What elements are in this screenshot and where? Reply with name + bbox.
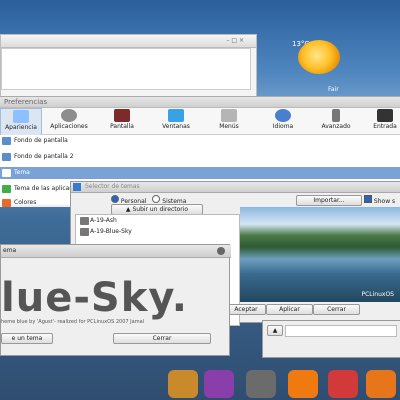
list-item-label: Tema <box>14 169 30 176</box>
tab-label: Apariencia <box>5 124 37 131</box>
preview-logo: PCLinuxOS <box>361 291 394 298</box>
window-content <box>1 48 251 90</box>
importar-button[interactable]: Importar... <box>296 195 362 206</box>
tab-label: Entrada <box>373 123 397 130</box>
tab-label: Aplicaciones <box>50 123 88 130</box>
wallpaper-icon <box>2 153 11 161</box>
monitor-icon <box>114 109 130 122</box>
tema-button[interactable]: e un tema <box>1 333 53 344</box>
radio-personal[interactable] <box>111 195 119 203</box>
up-arrow-icon: ▲ <box>272 327 278 334</box>
show-checkbox[interactable] <box>364 195 372 203</box>
settings-icon[interactable] <box>246 370 276 398</box>
radio-sistema[interactable] <box>152 195 161 203</box>
theme-item[interactable]: A-19-Blue-Sky <box>78 226 240 238</box>
menu-icon <box>221 109 237 122</box>
theme-description: heme blue by 'Agust'- realized for PCLin… <box>1 319 145 325</box>
tab-aplicaciones[interactable]: Aplicaciones <box>46 108 92 134</box>
tab-label: Ventanas <box>162 123 190 130</box>
vlc-icon[interactable] <box>288 370 318 398</box>
up-arrow-icon: ▲ <box>125 206 131 213</box>
weather-condition: Fair <box>328 86 339 93</box>
tab-apariencia[interactable]: Apariencia <box>0 108 42 136</box>
show-label: Show s <box>373 198 396 205</box>
list-item-selected[interactable]: Tema <box>0 167 400 179</box>
mail-icon[interactable] <box>328 370 358 398</box>
folder-icon[interactable] <box>168 370 198 398</box>
path-field[interactable] <box>285 325 397 337</box>
show-option: Show s <box>364 195 395 205</box>
keyboard-icon <box>377 109 393 122</box>
list-item-label: Fondo de pantalla <box>14 137 68 144</box>
tab-menus[interactable]: Menús <box>214 108 244 134</box>
tab-entrada[interactable]: Entrada <box>370 108 400 134</box>
subir-label: Subir un directorio <box>132 206 189 213</box>
window-titlebar[interactable] <box>1 35 256 48</box>
cerrar-button[interactable]: Cerrar <box>313 304 360 315</box>
windows-icon <box>168 109 184 122</box>
tab-idioma[interactable]: Idioma <box>268 108 298 134</box>
firefox-icon[interactable] <box>366 370 396 398</box>
window-controls: – □ × <box>226 37 244 44</box>
gear-icon <box>61 109 77 122</box>
bottom-panel: ▲ <box>262 320 400 358</box>
advanced-icon <box>332 109 340 122</box>
background-window[interactable]: – □ × <box>0 34 257 98</box>
tab-label: Avanzado <box>321 123 351 130</box>
folder-icon <box>80 228 89 236</box>
list-item-label: Colores <box>14 199 37 206</box>
maximize-icon[interactable]: □ <box>231 37 237 44</box>
dialog-title[interactable]: ema <box>1 245 231 258</box>
theme-icon <box>2 185 11 193</box>
theme-item-label: A-19-Blue-Sky <box>90 228 132 235</box>
tab-ventanas[interactable]: Ventanas <box>156 108 196 134</box>
close-icon[interactable] <box>217 247 225 255</box>
list-item[interactable]: Fondo de pantalla 2 <box>0 151 400 163</box>
theme-dialog: ema lue-Sky. heme blue by 'Agust'- reali… <box>0 244 231 356</box>
dialog-cerrar-button[interactable]: Cerrar <box>113 333 211 344</box>
dock <box>160 368 400 400</box>
list-item[interactable]: Fondo de pantalla <box>0 135 400 147</box>
tab-label: Menús <box>219 123 239 130</box>
tab-label: Pantalla <box>110 123 134 130</box>
preferences-toolbar: Apariencia Aplicaciones Pantalla Ventana… <box>0 108 400 136</box>
colors-icon <box>2 199 11 207</box>
theme-item-label: A-19-Ash <box>90 217 117 224</box>
folder-icon <box>80 217 89 225</box>
selector-window-icon <box>73 183 81 191</box>
tab-avanzado[interactable]: Avanzado <box>318 108 354 134</box>
wallpaper-icon <box>2 137 11 145</box>
list-item-label: Fondo de pantalla 2 <box>14 153 74 160</box>
globe-icon <box>275 109 291 122</box>
theme-icon <box>2 169 11 177</box>
aplicar-button[interactable]: Aplicar <box>266 304 313 315</box>
minimize-icon[interactable]: – <box>226 37 229 44</box>
up-arrow-button[interactable]: ▲ <box>267 325 283 336</box>
preferences-title: Preferencias <box>0 97 400 108</box>
theme-preview-image: PCLinuxOS <box>240 207 400 302</box>
tab-pantalla[interactable]: Pantalla <box>104 108 140 134</box>
selector-title[interactable]: Selector de temas <box>71 182 400 193</box>
aceptar-button[interactable]: Aceptar <box>226 304 266 315</box>
close-icon[interactable]: × <box>239 37 244 44</box>
theme-name-title: lue-Sky. <box>1 275 188 321</box>
appearance-icon <box>13 110 29 123</box>
sun-icon <box>298 40 340 74</box>
tab-label: Idioma <box>272 123 294 130</box>
multimedia-icon[interactable] <box>204 370 234 398</box>
